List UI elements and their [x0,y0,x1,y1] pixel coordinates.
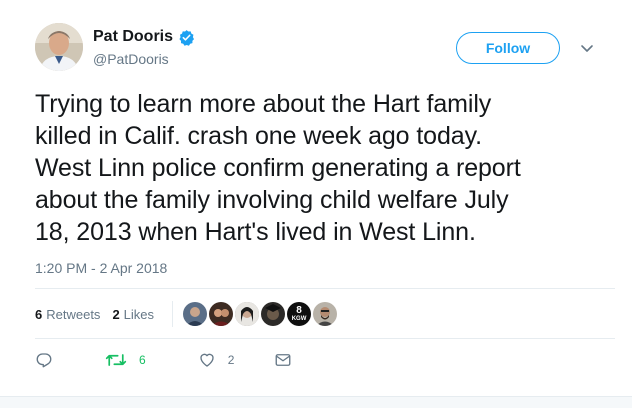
retweet-count: 6 [139,353,146,367]
reply-button[interactable] [35,351,53,369]
like-count: 2 [227,353,235,367]
retweets-stat[interactable]: 6 Retweets [35,307,100,322]
tweet-text-line: about the family involving child welfare… [35,186,509,214]
liker-avatar[interactable] [183,302,208,326]
tweet-text-line: 18, 2013 when Hart's lived in West Linn. [35,218,476,246]
likes-label: Likes [123,306,155,322]
liker-avatar[interactable] [209,302,234,326]
divider [35,338,615,339]
direct-message-button[interactable] [274,352,292,368]
tweet-stats: 6 Retweets 2 Likes 8 KGW [35,298,338,330]
liker-avatar[interactable] [313,302,338,326]
reply-icon [35,351,53,369]
author-handle[interactable]: @PatDooris [93,50,195,68]
likes-count: 2 [112,306,120,322]
author-block: Pat Dooris @PatDooris [93,27,195,68]
kgw-logo: 8 KGW [287,302,311,326]
retweets-count: 6 [35,306,43,322]
author-name[interactable]: Pat Dooris [93,27,173,47]
tweet-text-line: Trying to learn more about the Hart fami… [35,90,492,118]
tweet-actions: 6 2 [35,346,292,374]
retweets-label: Retweets [46,306,101,322]
kgw-logo-text: KGW [291,315,307,322]
liker-avatars: 8 KGW [183,302,338,326]
author-avatar[interactable] [35,23,83,71]
author-name-row: Pat Dooris [93,27,195,47]
retweet-icon [105,351,127,369]
heart-icon [198,351,216,369]
follow-button[interactable]: Follow [456,32,560,64]
kgw-logo-avatar[interactable]: 8 KGW [287,302,312,326]
message-icon [274,352,292,368]
retweet-button[interactable]: 6 [93,351,146,369]
tweet-timestamp[interactable]: 1:20 PM - 2 Apr 2018 [35,260,167,276]
verified-badge-icon [178,29,195,46]
divider [35,288,615,289]
liker-avatar[interactable] [235,302,260,326]
tweet-text-line: West Linn police confirm generating a re… [35,154,521,182]
tweet-text: Trying to learn more about the Hart fami… [35,88,615,248]
footer-band [0,396,632,408]
chevron-down-icon[interactable] [580,42,594,54]
tweet-card: Pat Dooris @PatDooris Follow Trying to l… [0,0,632,408]
liker-avatar[interactable] [261,302,286,326]
likes-stat[interactable]: 2 Likes [112,307,154,322]
kgw-logo-number: 8 [296,304,302,316]
stats-separator [172,301,174,327]
tweet-text-line: killed in Calif. crash one week ago toda… [35,122,482,150]
like-button[interactable]: 2 [186,351,235,369]
